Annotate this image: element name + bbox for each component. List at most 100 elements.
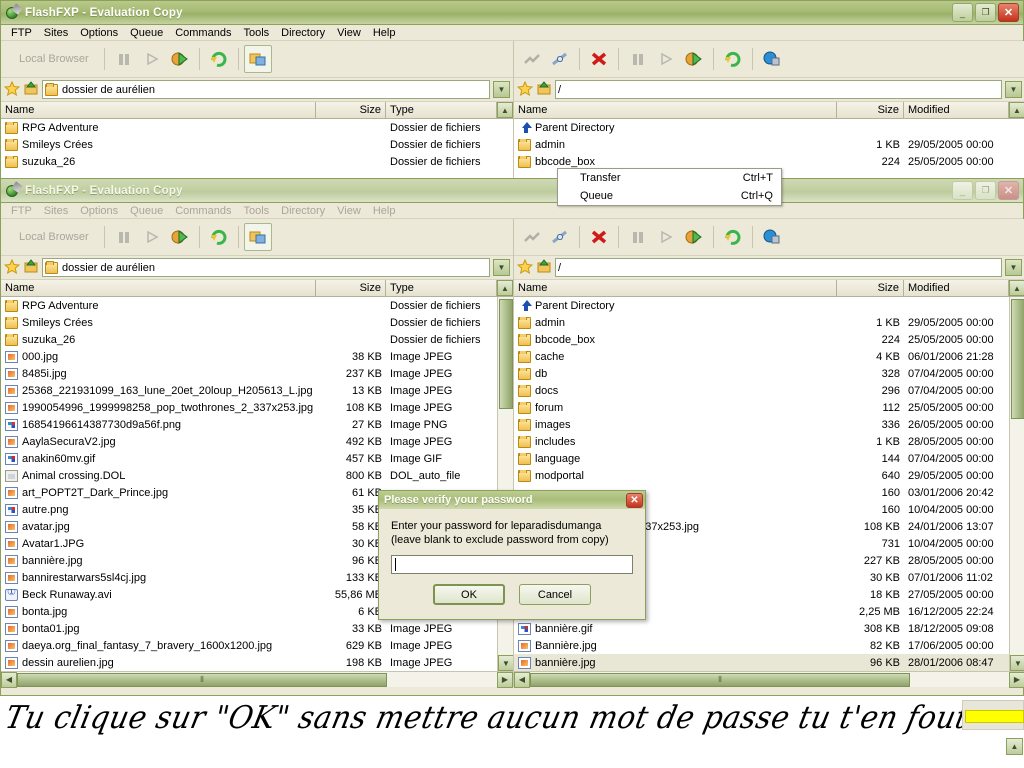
table-row[interactable]: Parent Directory bbox=[514, 119, 1024, 136]
close-button[interactable]: ✕ bbox=[998, 181, 1019, 200]
remote-pane-background[interactable]: / ▼ Name Size Modified ▲ Parent Director… bbox=[513, 41, 1024, 206]
minimize-button[interactable]: _ bbox=[952, 3, 973, 22]
transfer-icon[interactable] bbox=[166, 45, 194, 73]
menu-item-view[interactable]: View bbox=[331, 204, 367, 218]
play-resume-icon[interactable] bbox=[652, 45, 680, 73]
column-modified[interactable]: Modified bbox=[904, 280, 1009, 296]
menu-item-commands[interactable]: Commands bbox=[169, 204, 237, 218]
table-row[interactable]: Smileys Crées Dossier de fichiers bbox=[1, 136, 513, 153]
menu-item-sites[interactable]: Sites bbox=[38, 26, 74, 40]
cancel-button[interactable]: Cancel bbox=[519, 584, 591, 605]
scroll-down-button[interactable]: ▼ bbox=[498, 655, 513, 671]
table-row[interactable]: Bannière.jpg 82 KB 17/06/2005 00:00 bbox=[514, 637, 1024, 654]
table-row[interactable]: 1990054996_1999998258_pop_twothrones_2_3… bbox=[1, 399, 513, 416]
local-path-dropdown-icon[interactable]: ▼ bbox=[493, 81, 510, 98]
remote-toolbar-foreground[interactable] bbox=[514, 219, 1024, 256]
column-name[interactable]: Name bbox=[514, 102, 837, 118]
scroll-up-button[interactable]: ▲ bbox=[1009, 102, 1024, 118]
parent-folder-icon[interactable] bbox=[23, 80, 39, 99]
dialog-close-button[interactable]: ✕ bbox=[626, 492, 643, 508]
remote-path-dropdown-icon[interactable]: ▼ bbox=[1005, 259, 1022, 276]
pause-icon[interactable] bbox=[624, 223, 652, 251]
menu-item-help[interactable]: Help bbox=[367, 204, 402, 218]
maximize-button[interactable]: ❐ bbox=[975, 3, 996, 22]
table-row[interactable]: anakin60mv.gif 457 KB Image GIF bbox=[1, 450, 513, 467]
local-browser-toggle-icon[interactable] bbox=[243, 223, 272, 251]
parent-folder-icon[interactable] bbox=[536, 80, 552, 99]
dialog-titlebar[interactable]: Please verify your password ✕ bbox=[379, 491, 645, 509]
menu-item-options[interactable]: Options bbox=[74, 26, 124, 40]
table-row[interactable]: AaylaSecuraV2.jpg 492 KB Image JPEG bbox=[1, 433, 513, 450]
globe-site-icon[interactable] bbox=[758, 223, 786, 251]
local-pathbar-foreground[interactable]: dossier de aurélien ▼ bbox=[1, 256, 513, 280]
globe-site-icon[interactable] bbox=[758, 45, 786, 73]
column-name[interactable]: Name bbox=[1, 280, 316, 296]
table-row[interactable]: bannière.gif 308 KB 18/12/2005 09:08 bbox=[514, 620, 1024, 637]
local-horizontal-scrollbar[interactable]: ◀ ⦀ ▶ bbox=[1, 671, 513, 688]
table-row[interactable]: RPG Adventure Dossier de fichiers bbox=[1, 297, 513, 314]
remote-horizontal-scrollbar[interactable]: ◀ ⦀ ▶ bbox=[514, 671, 1024, 688]
table-row[interactable]: admin 1 KB 29/05/2005 00:00 bbox=[514, 136, 1024, 153]
refresh-icon[interactable] bbox=[205, 223, 233, 251]
menu-item-tools[interactable]: Tools bbox=[237, 26, 275, 40]
table-row[interactable]: suzuka_26 Dossier de fichiers bbox=[1, 331, 513, 348]
remote-pathbar-foreground[interactable]: / ▼ bbox=[514, 256, 1024, 280]
menu-item-commands[interactable]: Commands bbox=[169, 26, 237, 40]
table-row[interactable]: 8485i.jpg 237 KB Image JPEG bbox=[1, 365, 513, 382]
window-titlebar-background[interactable]: FlashFXP - Evaluation Copy _ ❐ ✕ bbox=[1, 1, 1023, 25]
table-row[interactable]: Animal crossing.DOL 800 KB DOL_auto_file bbox=[1, 467, 513, 484]
menu-item-options[interactable]: Options bbox=[74, 204, 124, 218]
bookmark-star-icon[interactable] bbox=[516, 80, 534, 99]
context-menu[interactable]: Transfer Ctrl+T Queue Ctrl+Q bbox=[557, 168, 782, 206]
local-toolbar-foreground[interactable]: Local Browser bbox=[1, 219, 513, 256]
scroll-up-button[interactable]: ▲ bbox=[1009, 280, 1024, 296]
local-list-header-foreground[interactable]: Name Size Type ▲ bbox=[1, 280, 513, 297]
transfer-icon[interactable] bbox=[680, 223, 708, 251]
table-row[interactable]: includes 1 KB 28/05/2005 00:00 bbox=[514, 433, 1024, 450]
scrollbar-thumb[interactable]: ⦀ bbox=[530, 672, 910, 687]
table-row[interactable]: Parent Directory bbox=[514, 297, 1024, 314]
window-titlebar-foreground[interactable]: FlashFXP - Evaluation Copy _ ❐ ✕ bbox=[1, 179, 1023, 203]
table-row[interactable]: dessin aurelien.jpg 198 KB Image JPEG bbox=[1, 654, 513, 671]
remote-list-header-background[interactable]: Name Size Modified ▲ bbox=[514, 102, 1024, 119]
scroll-up-button[interactable]: ▲ bbox=[497, 102, 513, 118]
table-row[interactable]: db 328 07/04/2005 00:00 bbox=[514, 365, 1024, 382]
local-pathbar-background[interactable]: dossier de aurélien ▼ bbox=[1, 78, 513, 102]
scroll-left-button[interactable]: ◀ bbox=[1, 671, 17, 688]
column-size[interactable]: Size bbox=[316, 102, 386, 118]
remote-list-header-foreground[interactable]: Name Size Modified ▲ bbox=[514, 280, 1024, 297]
play-resume-icon[interactable] bbox=[138, 45, 166, 73]
menu-item-directory[interactable]: Directory bbox=[275, 26, 331, 40]
table-row[interactable]: suzuka_26 Dossier de fichiers bbox=[1, 153, 513, 170]
verify-password-dialog[interactable]: Please verify your password ✕ Enter your… bbox=[378, 490, 646, 620]
column-type[interactable]: Type bbox=[386, 102, 497, 118]
transfer-icon[interactable] bbox=[166, 223, 194, 251]
local-file-list-background[interactable]: RPG Adventure Dossier de fichiers Smileys … bbox=[1, 119, 513, 180]
table-row[interactable]: admin 1 KB 29/05/2005 00:00 bbox=[514, 314, 1024, 331]
remote-vertical-scrollbar[interactable]: ▼ bbox=[1009, 297, 1024, 671]
pause-icon[interactable] bbox=[110, 223, 138, 251]
disconnect-icon[interactable] bbox=[546, 45, 574, 73]
play-resume-icon[interactable] bbox=[138, 223, 166, 251]
column-name[interactable]: Name bbox=[514, 280, 837, 296]
table-row[interactable]: bbcode_box 224 25/05/2005 00:00 bbox=[514, 331, 1024, 348]
local-browser-toggle-icon[interactable] bbox=[243, 45, 272, 73]
column-modified[interactable]: Modified bbox=[904, 102, 1009, 118]
refresh-icon[interactable] bbox=[205, 45, 233, 73]
table-row[interactable]: images 336 26/05/2005 00:00 bbox=[514, 416, 1024, 433]
table-row[interactable]: modportal 640 29/05/2005 00:00 bbox=[514, 467, 1024, 484]
bookmark-star-icon[interactable] bbox=[3, 80, 21, 99]
table-row[interactable]: docs 296 07/04/2005 00:00 bbox=[514, 382, 1024, 399]
table-row[interactable]: language 144 07/04/2005 00:00 bbox=[514, 450, 1024, 467]
column-name[interactable]: Name bbox=[1, 102, 316, 118]
table-row[interactable]: RPG Adventure Dossier de fichiers bbox=[1, 119, 513, 136]
local-path-input[interactable]: dossier de aurélien bbox=[42, 80, 490, 99]
scroll-down-button[interactable]: ▼ bbox=[1010, 655, 1024, 671]
column-size[interactable]: Size bbox=[316, 280, 386, 296]
menubar-background[interactable]: FTP Sites Options Queue Commands Tools Directo… bbox=[1, 25, 1023, 41]
menu-item-view[interactable]: View bbox=[331, 26, 367, 40]
abort-icon[interactable] bbox=[585, 223, 613, 251]
local-pane-background[interactable]: Local Browser dossier de aurélien ▼ Name… bbox=[1, 41, 513, 180]
table-row[interactable]: daeya.org_final_fantasy_7_bravery_1600x1… bbox=[1, 637, 513, 654]
page-scroll-up-button[interactable]: ▲ bbox=[1006, 738, 1023, 755]
